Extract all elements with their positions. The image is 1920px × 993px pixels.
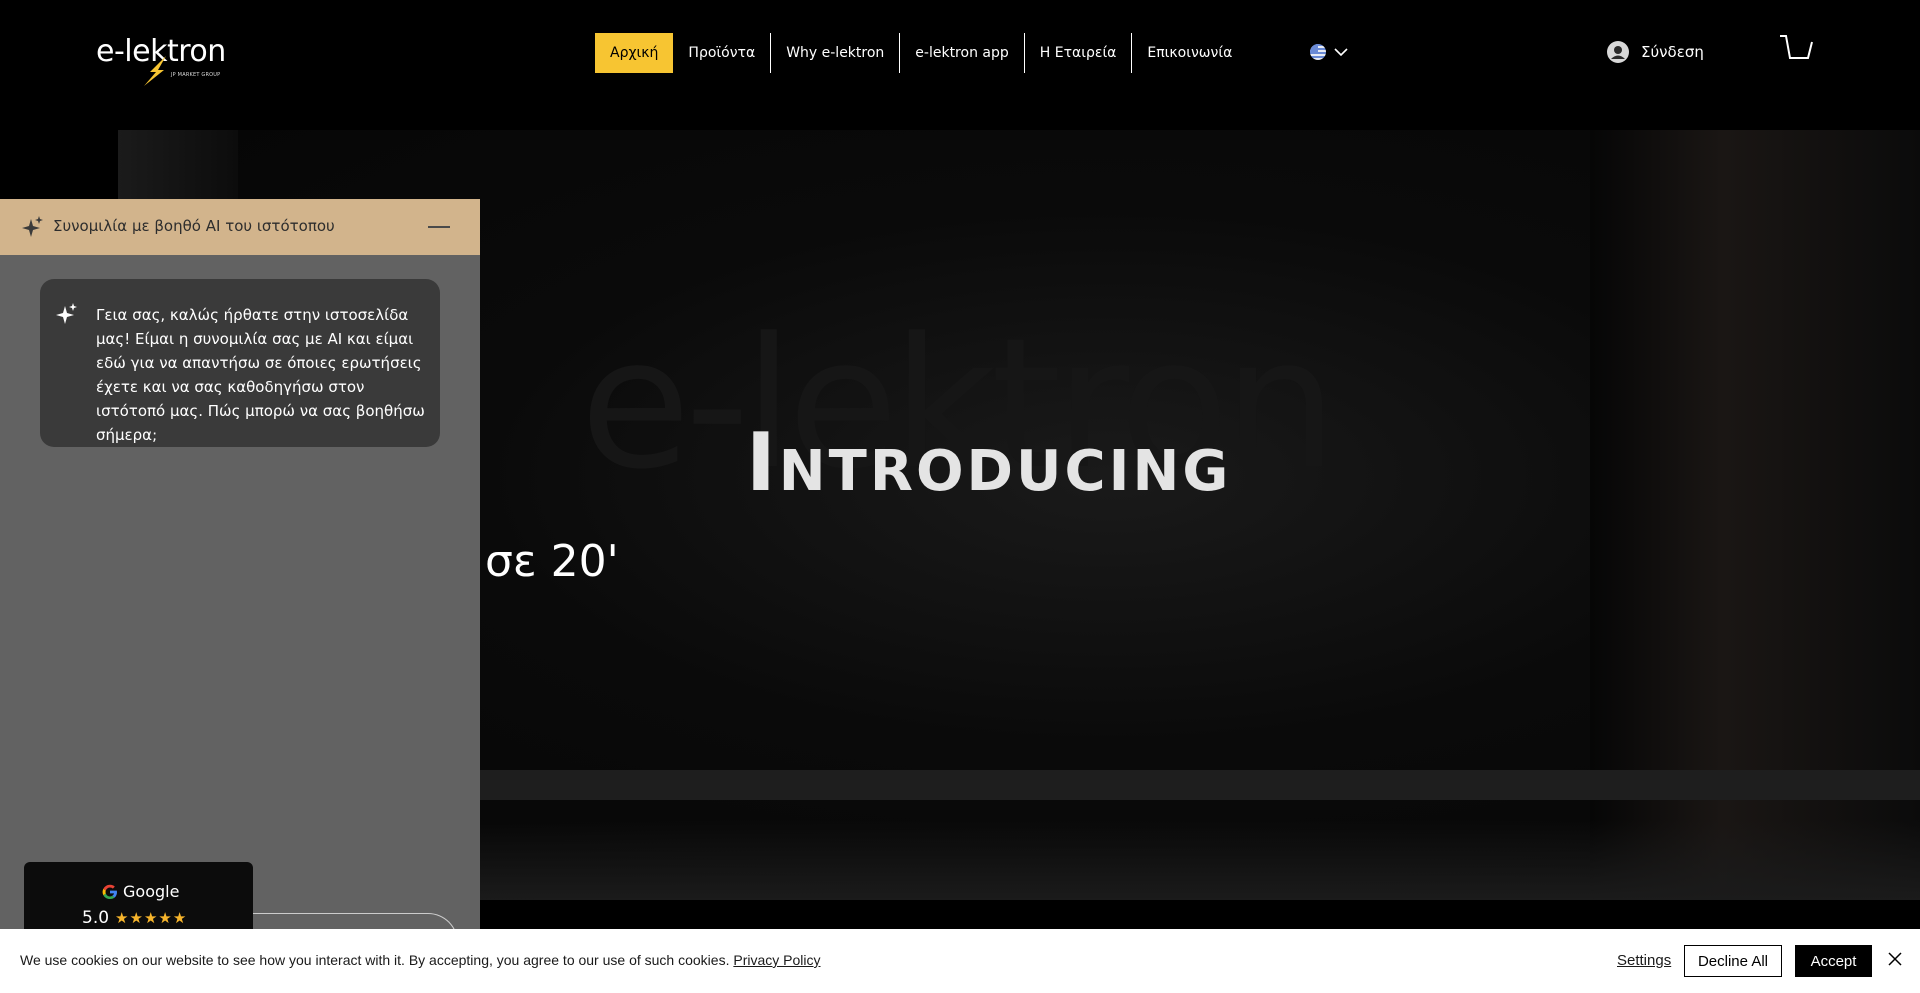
- chevron-down-icon: [1334, 48, 1348, 57]
- cookie-banner: We use cookies on our website to see how…: [0, 929, 1920, 993]
- sparkle-icon: [22, 216, 43, 237]
- chat-message: Γεια σας, καλώς ήρθατε στην ιστοσελίδα μ…: [40, 279, 440, 447]
- hero-partial-text: σε 20': [485, 536, 619, 587]
- cart-icon[interactable]: [1779, 34, 1813, 66]
- cookie-message: We use cookies on our website to see how…: [20, 952, 734, 968]
- chat-message-text: Γεια σας, καλώς ήρθατε στην ιστοσελίδα μ…: [96, 306, 425, 444]
- user-avatar-icon: [1607, 41, 1629, 63]
- greek-flag-icon: [1310, 44, 1326, 60]
- google-g-icon: [102, 884, 117, 899]
- chat-header[interactable]: Συνομιλία με βοηθό AI του ιστότοπου: [0, 199, 480, 255]
- language-selector[interactable]: [1310, 44, 1348, 60]
- hero-bottom-band: [480, 770, 1920, 800]
- google-label: Google: [123, 882, 180, 901]
- bolt-icon: [144, 56, 166, 86]
- nav-item-contact[interactable]: Επικοινωνία: [1132, 33, 1247, 73]
- logo-subtitle: JP MARKET GROUP: [171, 72, 221, 78]
- rating-score: 5.0: [82, 908, 110, 928]
- close-icon[interactable]: [1887, 951, 1903, 967]
- accept-button[interactable]: Accept: [1795, 945, 1872, 977]
- nav-item-home[interactable]: Αρχική: [595, 33, 674, 73]
- chat-title: Συνομιλία με βοηθό AI του ιστότοπου: [53, 217, 335, 235]
- minimize-icon[interactable]: [428, 226, 450, 228]
- decline-all-button[interactable]: Decline All: [1684, 945, 1782, 977]
- hero-headline: Introducing: [746, 416, 1232, 509]
- nav-item-why[interactable]: Why e-lektron: [771, 33, 901, 73]
- sparkle-icon: [56, 303, 77, 324]
- star-rating-icon: ★★★★★: [115, 909, 188, 927]
- nav-item-company[interactable]: Η Εταιρεία: [1025, 33, 1133, 73]
- login-button[interactable]: Σύνδεση: [1607, 41, 1704, 63]
- logo[interactable]: e-lektron JP MARKET GROUP: [96, 34, 231, 94]
- cookie-settings-link[interactable]: Settings: [1617, 952, 1671, 969]
- main-nav: Αρχική Προϊόντα Why e-lektron e-lektron …: [595, 33, 1247, 73]
- nav-item-products[interactable]: Προϊόντα: [673, 33, 772, 73]
- cookie-text: We use cookies on our website to see how…: [20, 952, 821, 968]
- privacy-policy-link[interactable]: Privacy Policy: [733, 952, 820, 968]
- site-header: e-lektron JP MARKET GROUP Αρχική Προϊόντ…: [0, 0, 1920, 104]
- nav-item-app[interactable]: e-lektron app: [900, 33, 1025, 73]
- login-label: Σύνδεση: [1641, 43, 1704, 61]
